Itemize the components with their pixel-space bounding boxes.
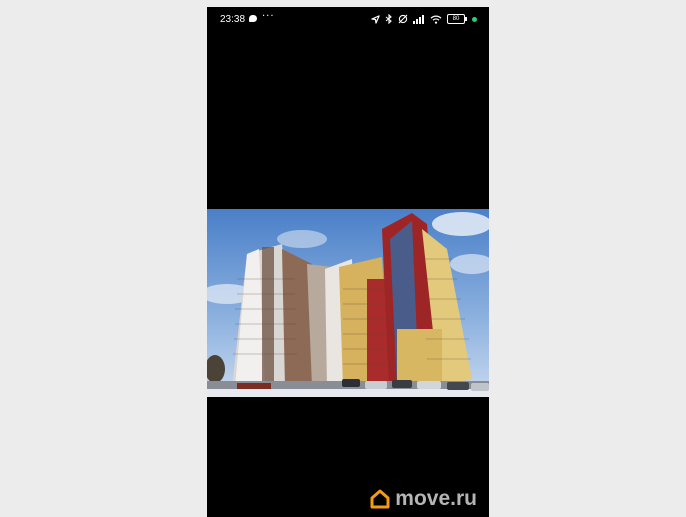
status-time: 23:38 bbox=[220, 14, 246, 25]
do-not-disturb-icon bbox=[398, 14, 408, 24]
status-icons: 80 bbox=[371, 13, 477, 25]
battery-icon: 80 bbox=[447, 14, 467, 24]
wifi-icon bbox=[430, 15, 442, 24]
watermark: move.ru bbox=[370, 487, 477, 511]
building-photo bbox=[207, 209, 489, 397]
bluetooth-icon bbox=[385, 14, 392, 24]
cell-signal-icon bbox=[413, 14, 424, 24]
house-logo bbox=[370, 489, 390, 509]
dot-indicator-icon bbox=[472, 16, 477, 22]
location-arrow-icon bbox=[371, 14, 380, 24]
status-bar: 23:38 ··· 80 bbox=[207, 7, 489, 31]
chat-bubble-icon bbox=[249, 15, 257, 22]
phone-screen: 23:38 ··· 80 move.ru bbox=[207, 7, 489, 517]
watermark-text: move.ru bbox=[395, 487, 477, 510]
more-icon: ··· bbox=[262, 11, 275, 22]
